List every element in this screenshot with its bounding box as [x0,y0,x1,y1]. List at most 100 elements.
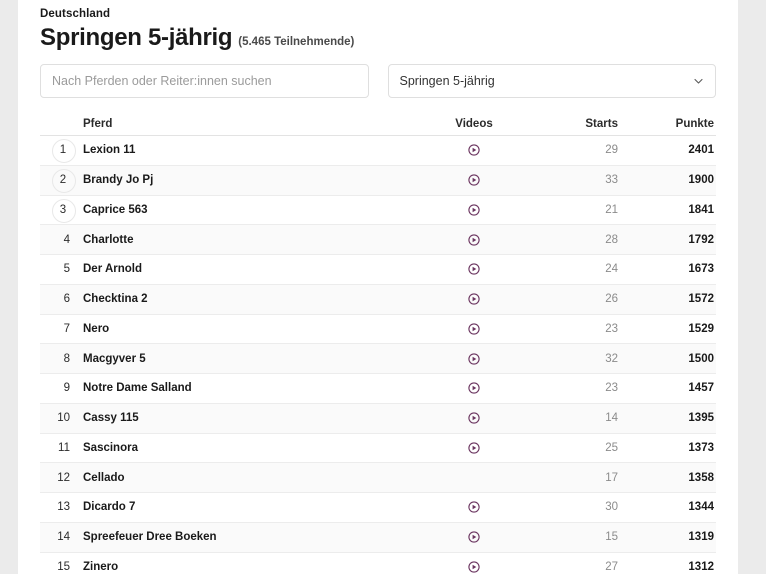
play-circle-icon[interactable] [468,174,480,186]
header-starts: Starts [520,118,620,130]
points-value: 1312 [620,561,716,573]
horse-name[interactable]: Nero [70,323,428,335]
table-row[interactable]: 2Brandy Jo Pj331900 [40,166,716,196]
play-circle-icon[interactable] [468,412,480,424]
starts-value: 32 [520,353,620,365]
play-circle-icon[interactable] [468,501,480,513]
horse-name[interactable]: Notre Dame Salland [70,382,428,394]
play-circle-icon[interactable] [468,293,480,305]
play-circle-icon[interactable] [468,382,480,394]
table-row[interactable]: 6Checktina 2261572 [40,285,716,315]
horse-name[interactable]: Brandy Jo Pj [70,174,428,186]
rank-cell: 11 [40,442,70,454]
rank-value: 11 [58,442,70,454]
horse-name[interactable]: Checktina 2 [70,293,428,305]
play-circle-icon[interactable] [468,263,480,275]
rank-value: 15 [57,561,70,573]
video-cell[interactable] [428,263,520,275]
rank-cell: 9 [40,382,70,394]
table-row[interactable]: 11Sascinora251373 [40,434,716,464]
video-cell[interactable] [428,174,520,186]
page-title: Springen 5-jährig [40,24,232,52]
video-cell[interactable] [428,531,520,543]
horse-name[interactable]: Cellado [70,472,428,484]
points-value: 2401 [620,144,716,156]
play-circle-icon[interactable] [468,323,480,335]
video-cell[interactable] [428,561,520,573]
video-cell[interactable] [428,323,520,335]
table-row[interactable]: 8Macgyver 5321500 [40,344,716,374]
table-row[interactable]: 3Caprice 563211841 [40,196,716,226]
horse-name[interactable]: Sascinora [70,442,428,454]
play-circle-icon[interactable] [468,144,480,156]
points-value: 1529 [620,323,716,335]
discipline-select[interactable]: Springen 5-jährig [388,64,717,98]
table-body: 1Lexion 112924012Brandy Jo Pj3319003Capr… [40,136,716,574]
rank-cell: 2 [40,169,70,191]
table-row[interactable]: 5Der Arnold241673 [40,255,716,285]
video-cell [428,472,520,484]
table-row[interactable]: 15Zinero 271312 [40,553,716,574]
horse-name[interactable]: Charlotte [70,234,428,246]
horse-name[interactable]: Der Arnold [70,263,428,275]
starts-value: 28 [520,234,620,246]
table-row[interactable]: 1Lexion 11292401 [40,136,716,166]
horse-name[interactable]: Spreefeuer Dree Boeken [70,531,428,543]
play-circle-icon[interactable] [468,442,480,454]
play-circle-icon[interactable] [468,204,480,216]
rank-cell: 4 [40,234,70,246]
search-field-wrapper [40,64,369,98]
country-label: Deutschland [40,7,726,21]
video-empty [468,472,480,484]
discipline-select-wrapper: Springen 5-jährig [388,64,717,98]
horse-name[interactable]: Lexion 11 [70,144,428,156]
video-cell[interactable] [428,234,520,246]
horse-name[interactable]: Zinero [70,561,428,573]
starts-value: 29 [520,144,620,156]
video-cell[interactable] [428,412,520,424]
horse-name[interactable]: Caprice 563 [70,204,428,216]
horse-name[interactable]: Macgyver 5 [70,353,428,365]
header-videos: Videos [428,118,520,130]
video-cell[interactable] [428,501,520,513]
table-row[interactable]: 12Cellado171358 [40,463,716,493]
search-input[interactable] [40,64,369,98]
video-cell[interactable] [428,442,520,454]
table-row[interactable]: 4Charlotte 281792 [40,225,716,255]
table-row[interactable]: 10Cassy 115141395 [40,404,716,434]
starts-value: 14 [520,412,620,424]
points-value: 1500 [620,353,716,365]
video-cell[interactable] [428,293,520,305]
header-points: Punkte [620,118,716,130]
play-circle-icon[interactable] [468,561,480,573]
horse-name[interactable]: Dicardo 7 [70,501,428,513]
table-row[interactable]: 9Notre Dame Salland231457 [40,374,716,404]
table-row[interactable]: 13Dicardo 7301344 [40,493,716,523]
starts-value: 23 [520,323,620,335]
rank-value: 5 [64,263,70,275]
video-cell[interactable] [428,204,520,216]
points-value: 1457 [620,382,716,394]
points-value: 1792 [620,234,716,246]
ranking-table: Pferd Videos Starts Punkte 1Lexion 11292… [30,112,726,574]
play-circle-icon[interactable] [468,234,480,246]
starts-value: 27 [520,561,620,573]
rank-cell: 3 [40,199,70,221]
table-header-row: Pferd Videos Starts Punkte [40,112,716,136]
rank-value: 12 [57,472,70,484]
rank-medal-badge: 3 [52,199,74,221]
play-circle-icon[interactable] [468,531,480,543]
video-cell[interactable] [428,382,520,394]
play-circle-icon[interactable] [468,353,480,365]
rank-value: 14 [57,531,70,543]
rank-medal-badge: 2 [52,169,74,191]
video-cell[interactable] [428,353,520,365]
filter-controls: Springen 5-jährig [30,52,726,98]
table-row[interactable]: 7Nero231529 [40,315,716,345]
horse-name[interactable]: Cassy 115 [70,412,428,424]
points-value: 1900 [620,174,716,186]
table-row[interactable]: 14Spreefeuer Dree Boeken151319 [40,523,716,553]
video-cell[interactable] [428,144,520,156]
points-value: 1395 [620,412,716,424]
rank-cell: 13 [40,501,70,513]
